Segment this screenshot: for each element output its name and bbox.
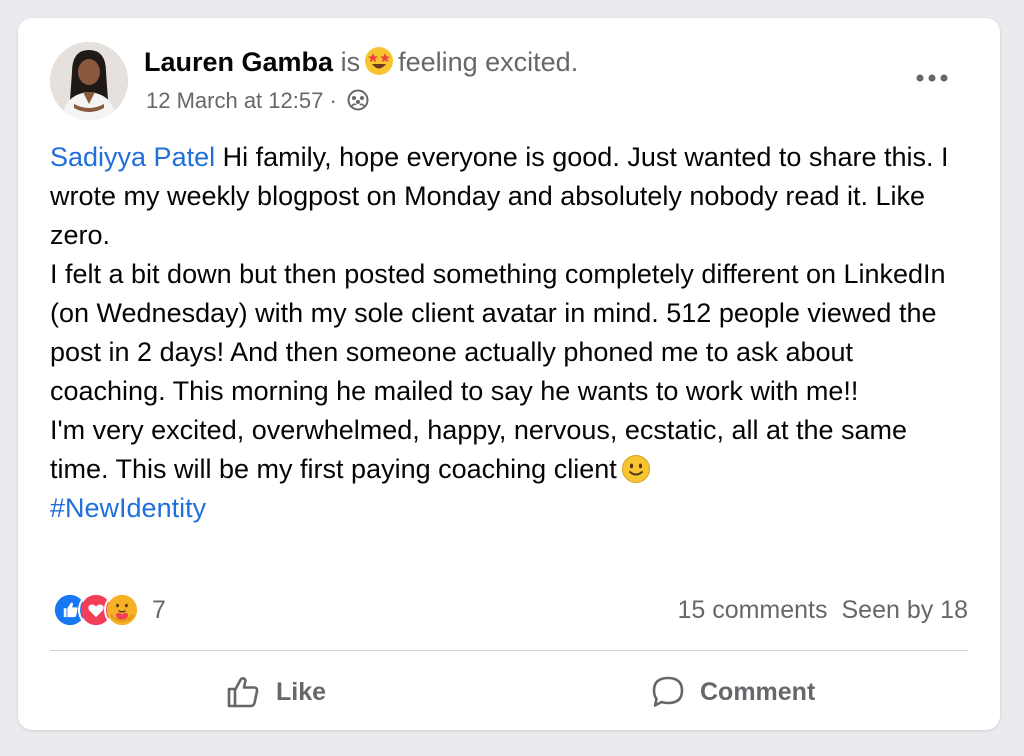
reaction-count: 7 bbox=[152, 595, 166, 624]
author-avatar[interactable] bbox=[50, 42, 128, 120]
post-text: Sadiyya Patel Hi family, hope everyone i… bbox=[50, 138, 970, 528]
feeling-text[interactable]: feeling excited. bbox=[398, 47, 578, 77]
more-options-icon[interactable] bbox=[914, 68, 950, 88]
meta-separator: · bbox=[329, 88, 337, 113]
like-button-label: Like bbox=[276, 677, 327, 706]
comments-count-link[interactable]: 15 comments bbox=[677, 596, 827, 624]
post-header: Lauren Gamba is feeling excited. bbox=[144, 46, 578, 78]
post-paragraph-4: #NewIdentity bbox=[50, 489, 970, 528]
reactions-summary[interactable]: 7 bbox=[52, 590, 166, 630]
post-stats: 15 comments Seen by 18 bbox=[677, 594, 968, 626]
thumbs-up-icon bbox=[227, 676, 259, 708]
post-paragraph-3: I'm very excited, overwhelmed, happy, ne… bbox=[50, 415, 908, 484]
post-paragraph-1: Sadiyya Patel Hi family, hope everyone i… bbox=[50, 142, 949, 250]
author-name[interactable]: Lauren Gamba bbox=[144, 47, 333, 77]
comment-button[interactable]: Comment bbox=[650, 668, 815, 716]
post-card: Lauren Gamba is feeling excited. 12 Marc… bbox=[18, 18, 1000, 730]
post-meta: 12 March at 12:57 · bbox=[146, 88, 369, 114]
smile-emoji-icon bbox=[621, 455, 650, 483]
post-paragraph-2: I felt a bit down but then posted someth… bbox=[50, 259, 946, 406]
is-text: is bbox=[340, 47, 361, 77]
seen-by-link[interactable]: Seen by 18 bbox=[842, 596, 969, 624]
like-button[interactable]: Like bbox=[224, 668, 326, 716]
comment-bubble-icon bbox=[652, 676, 684, 707]
hashtag-link[interactable]: #NewIdentity bbox=[50, 493, 206, 523]
actions-divider bbox=[50, 650, 968, 651]
star-struck-emoji-icon bbox=[365, 47, 394, 75]
care-reaction-icon bbox=[104, 592, 140, 628]
group-audience-icon[interactable] bbox=[347, 89, 369, 111]
post-timestamp[interactable]: 12 March at 12:57 bbox=[146, 88, 323, 113]
mention-link[interactable]: Sadiyya Patel bbox=[50, 142, 215, 172]
comment-button-label: Comment bbox=[700, 677, 816, 706]
